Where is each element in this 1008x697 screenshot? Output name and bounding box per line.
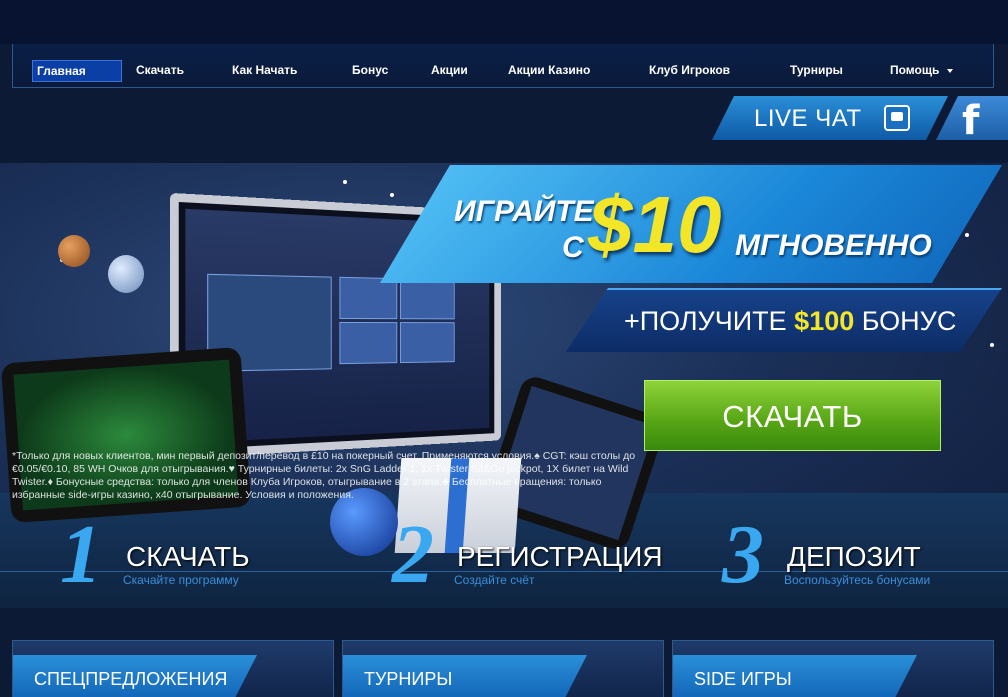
nav-item-promotions[interactable]: Акции xyxy=(431,44,468,88)
card-special-offers[interactable]: СПЕЦПРЕДЛОЖЕНИЯ xyxy=(12,640,334,697)
nav-item-casino-promotions[interactable]: Акции Казино xyxy=(508,44,590,88)
card-label: СПЕЦПРЕДЛОЖЕНИЯ xyxy=(34,669,228,689)
step-number: 1 xyxy=(60,508,102,601)
bonus-suffix: БОНУС xyxy=(861,306,957,336)
nav-item-how-to-start[interactable]: Как Начать xyxy=(232,44,297,88)
step-subtitle: Скачайте программу xyxy=(123,573,239,587)
promo-with-text: С xyxy=(562,231,584,264)
step-number: 2 xyxy=(392,508,434,601)
nav-item-bonus[interactable]: Бонус xyxy=(352,44,388,88)
card-label: SIDE ИГРЫ xyxy=(694,669,792,689)
snowflake-icon xyxy=(965,233,969,237)
promo-play-text: ИГРАЙТЕ xyxy=(454,195,594,228)
disclaimer-text: *Только для новых клиентов, мин первый д… xyxy=(12,450,636,501)
promo-amount: $10 xyxy=(588,180,722,269)
chat-icon xyxy=(884,105,910,131)
facebook-icon: f xyxy=(962,98,980,144)
top-header-bar xyxy=(0,0,1008,44)
nav-item-players-club[interactable]: Клуб Игроков xyxy=(649,44,730,88)
ornament-icon xyxy=(108,255,144,293)
live-chat-label: LIVE ЧАТ xyxy=(754,105,862,132)
step-subtitle: Создайте счёт xyxy=(454,573,535,587)
promo-instant-text: МГНОВЕННО xyxy=(735,229,932,262)
bonus-prefix: +ПОЛУЧИТЕ xyxy=(624,306,787,336)
promo-bonus-banner: +ПОЛУЧИТЕ $100 БОНУС xyxy=(566,288,1002,352)
card-label: ТУРНИРЫ xyxy=(364,669,453,689)
card-tournaments[interactable]: ТУРНИРЫ xyxy=(342,640,664,697)
main-navigation: Главная Скачать Как Начать Бонус Акции А… xyxy=(12,44,994,88)
bonus-amount: $100 xyxy=(794,306,855,336)
ornament-icon xyxy=(58,235,90,267)
step-title: СКАЧАТЬ xyxy=(126,541,250,572)
nav-item-tournaments[interactable]: Турниры xyxy=(790,44,843,88)
live-chat-button[interactable]: LIVE ЧАТ xyxy=(712,96,948,140)
chevron-down-icon xyxy=(947,68,954,73)
nav-item-help[interactable]: Помощь xyxy=(890,44,954,88)
snowflake-icon xyxy=(990,343,994,347)
nav-item-help-label: Помощь xyxy=(890,63,940,77)
promo-bonus-text: +ПОЛУЧИТЕ $100 БОНУС xyxy=(624,306,956,337)
card-side-games[interactable]: SIDE ИГРЫ xyxy=(672,640,994,697)
nav-item-download[interactable]: Скачать xyxy=(136,44,184,88)
promo-headline: ИГРАЙТЕ С $10 МГНОВЕННО xyxy=(380,165,1002,283)
nav-item-home[interactable]: Главная xyxy=(32,60,122,82)
step-number: 3 xyxy=(722,508,764,601)
step-subtitle: Воспользуйтесь бонусами xyxy=(784,573,931,587)
download-button[interactable]: СКАЧАТЬ xyxy=(644,380,941,451)
step-title: РЕГИСТРАЦИЯ xyxy=(457,541,663,572)
hero-banner: ИГРАЙТЕ С $10 МГНОВЕННО +ПОЛУЧИТЕ $100 Б… xyxy=(0,163,1008,608)
step-title: ДЕПОЗИТ xyxy=(787,541,921,572)
snowflake-icon xyxy=(390,193,394,197)
snowflake-icon xyxy=(343,180,347,184)
